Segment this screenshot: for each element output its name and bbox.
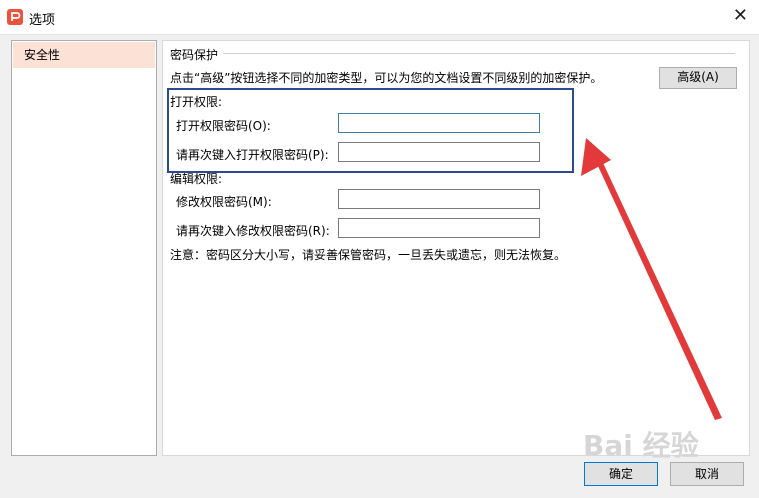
wps-presentation-icon <box>7 9 23 25</box>
open-password-input[interactable] <box>338 113 540 133</box>
open-password-confirm-label: 请再次键入打开权限密码(P): <box>176 148 329 162</box>
cancel-button[interactable]: 取消 <box>670 462 744 486</box>
window-title: 选项 <box>29 13 56 28</box>
edit-password-label: 修改权限密码(M): <box>176 195 272 209</box>
ok-button[interactable]: 确定 <box>584 462 658 486</box>
settings-panel: 密码保护 点击“高级”按钮选择不同的加密类型，可以为您的文档设置不同级别的加密保… <box>162 40 750 456</box>
edit-permission-title: 编辑权限: <box>170 172 223 186</box>
open-permission-title: 打开权限: <box>170 95 223 109</box>
edit-password-input[interactable] <box>338 189 540 209</box>
advanced-button[interactable]: 高级(A) <box>659 67 737 89</box>
section-title-password-protection: 密码保护 <box>170 48 219 62</box>
edit-password-confirm-input[interactable] <box>338 218 540 238</box>
description-text: 点击“高级”按钮选择不同的加密类型，可以为您的文档设置不同级别的加密保护。 <box>170 71 603 85</box>
sidebar: 安全性 <box>11 40 157 456</box>
note-text: 注意：密码区分大小写，请妥善保管密码，一旦丢失或遗忘，则无法恢复。 <box>170 248 567 262</box>
title-bar: 选项 ✕ <box>0 0 759 35</box>
close-icon[interactable]: ✕ <box>733 6 748 26</box>
sidebar-item-security[interactable]: 安全性 <box>13 42 155 68</box>
section-divider <box>223 53 735 54</box>
edit-password-confirm-label: 请再次键入修改权限密码(R): <box>176 224 330 238</box>
open-password-confirm-input[interactable] <box>338 142 540 162</box>
open-password-label: 打开权限密码(O): <box>176 119 271 133</box>
